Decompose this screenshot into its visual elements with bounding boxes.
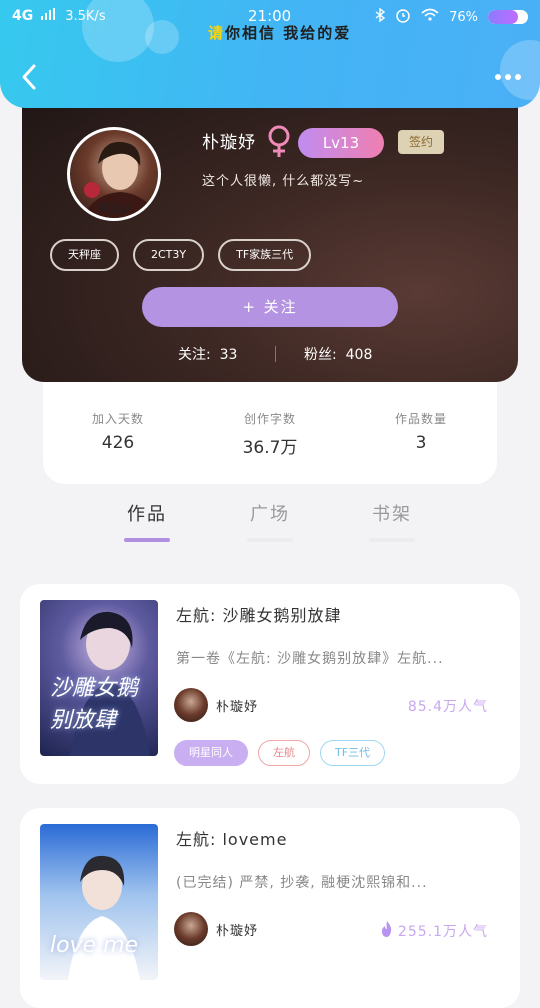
stats-divider bbox=[275, 346, 276, 362]
popularity-value: 85.4万人气 bbox=[407, 699, 488, 715]
book-tag[interactable]: 左航 bbox=[258, 740, 310, 766]
popularity-value: 255.1万人气 bbox=[397, 924, 488, 940]
network-indicator: 4G bbox=[12, 8, 34, 24]
back-button[interactable] bbox=[14, 60, 48, 94]
profile-bio: 这个人很懒, 什么都没写~ bbox=[202, 174, 365, 189]
book-tag[interactable]: TF三代 bbox=[320, 740, 386, 766]
wifi-icon bbox=[421, 8, 439, 26]
word-count: 创作字数 36.7万 bbox=[215, 410, 325, 458]
info-value: 36.7万 bbox=[242, 438, 298, 458]
info-value: 3 bbox=[415, 433, 427, 453]
profile-tags: 天秤座 2CT3Y TF家族三代 bbox=[50, 239, 312, 271]
follow-stats: 关注: 33 粉丝: 408 bbox=[22, 342, 518, 364]
marquee-body: 你相信 我给的爱 bbox=[225, 24, 352, 42]
join-days: 加入天数 426 bbox=[63, 410, 173, 453]
book-card[interactable]: love me 左航: loveme (已完结) 严禁, 抄袭, 融梗沈熙锦和.… bbox=[20, 808, 520, 1008]
popularity: 255.1万人气 bbox=[380, 920, 488, 942]
following-label: 关注: bbox=[178, 347, 211, 363]
author-avatar[interactable] bbox=[174, 688, 208, 722]
book-card[interactable]: 沙雕女鹅别放肆 左航: 沙雕女鹅别放肆 第一卷《左航: 沙雕女鹅别放肆》左航..… bbox=[20, 584, 520, 784]
tab-indicator bbox=[369, 538, 415, 542]
info-label: 作品数量 bbox=[394, 412, 447, 426]
alarm-icon bbox=[395, 7, 411, 27]
cover-title: 沙雕女鹅别放肆 bbox=[50, 676, 139, 733]
author-name: 朴璇妤 bbox=[216, 924, 259, 939]
network-speed: 3.5K/s bbox=[65, 8, 106, 24]
female-icon bbox=[266, 124, 292, 162]
signed-badge: 签约 bbox=[398, 130, 444, 154]
author-name: 朴璇妤 bbox=[216, 700, 259, 715]
battery-percent: 76% bbox=[449, 9, 478, 25]
works-count: 作品数量 3 bbox=[366, 410, 476, 453]
profile-tag[interactable]: 天秤座 bbox=[50, 239, 119, 271]
marquee-text: 请你相信 我给的爱 bbox=[208, 22, 351, 43]
book-tag[interactable]: 明星同人 bbox=[174, 740, 248, 766]
fans-count: 408 bbox=[345, 347, 373, 363]
tab-works[interactable]: 作品 bbox=[112, 500, 182, 542]
signal-icon bbox=[41, 8, 57, 24]
tab-bookshelf[interactable]: 书架 bbox=[357, 500, 427, 542]
level-badge: Lv13 bbox=[298, 128, 384, 158]
username: 朴璇妤 bbox=[202, 133, 256, 153]
book-description: 第一卷《左航: 沙雕女鹅别放肆》左航... bbox=[176, 651, 444, 667]
status-bar: 4G 3.5K/s 21:00 请你相信 我给的爱 76% bbox=[0, 4, 540, 42]
marquee-highlight: 请 bbox=[208, 24, 226, 42]
chevron-left-icon bbox=[22, 64, 36, 90]
avatar[interactable]: 抓我股 bbox=[67, 127, 161, 221]
info-value: 426 bbox=[101, 433, 135, 453]
tab-square[interactable]: 广场 bbox=[235, 500, 305, 542]
book-description: (已完结) 严禁, 抄袭, 融梗沈熙锦和... bbox=[176, 875, 428, 891]
creator-stats: 加入天数 426 创作字数 36.7万 作品数量 3 bbox=[43, 374, 497, 484]
tab-indicator bbox=[124, 538, 170, 542]
fans-label: 粉丝: bbox=[304, 347, 337, 363]
profile-tag[interactable]: 2CT3Y bbox=[133, 239, 205, 271]
follow-button[interactable]: + 关注 bbox=[142, 287, 398, 327]
profile-card: 抓我股 朴璇妤 Lv13 签约 这个人很懒, 什么都没写~ 天秤座 2CT3Y … bbox=[22, 82, 518, 382]
tab-label: 书架 bbox=[372, 504, 412, 525]
info-label: 创作字数 bbox=[243, 412, 296, 426]
cover-title: love me bbox=[50, 933, 139, 958]
tab-label: 广场 bbox=[250, 504, 290, 525]
author-avatar[interactable] bbox=[174, 912, 208, 946]
battery-icon bbox=[488, 10, 528, 24]
following-stat[interactable]: 关注: 33 bbox=[178, 344, 237, 364]
popularity: 85.4万人气 bbox=[408, 696, 488, 716]
following-count: 33 bbox=[219, 347, 238, 363]
more-dots-icon bbox=[495, 74, 521, 80]
fans-stat[interactable]: 粉丝: 408 bbox=[304, 344, 372, 364]
profile-tag[interactable]: TF家族三代 bbox=[218, 239, 312, 271]
top-bar: 4G 3.5K/s 21:00 请你相信 我给的爱 76% bbox=[0, 0, 540, 108]
tab-label: 作品 bbox=[127, 504, 167, 525]
book-title: 左航: 沙雕女鹅别放肆 bbox=[176, 606, 342, 625]
tab-indicator bbox=[247, 538, 293, 542]
info-label: 加入天数 bbox=[91, 412, 144, 426]
book-title: 左航: loveme bbox=[176, 830, 288, 849]
more-options-button[interactable] bbox=[488, 62, 528, 92]
bluetooth-icon bbox=[375, 7, 386, 26]
book-tags: 明星同人 左航 TF三代 bbox=[174, 740, 386, 766]
content-tabs: 作品 广场 书架 bbox=[0, 500, 540, 550]
flame-icon bbox=[380, 920, 394, 942]
book-cover[interactable]: love me bbox=[40, 824, 158, 980]
avatar-caption: 抓我股 bbox=[97, 202, 131, 215]
book-cover[interactable]: 沙雕女鹅别放肆 bbox=[40, 600, 158, 756]
